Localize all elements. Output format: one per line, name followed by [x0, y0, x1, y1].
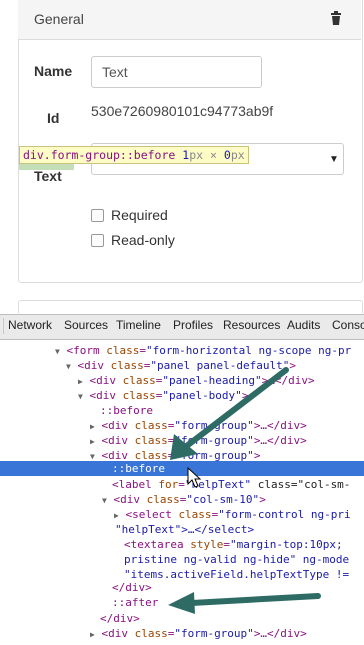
arrow-to-before	[170, 367, 289, 460]
arrow-to-after	[168, 592, 321, 614]
mouse-cursor-icon	[187, 466, 202, 488]
annotation-arrows	[168, 367, 321, 614]
